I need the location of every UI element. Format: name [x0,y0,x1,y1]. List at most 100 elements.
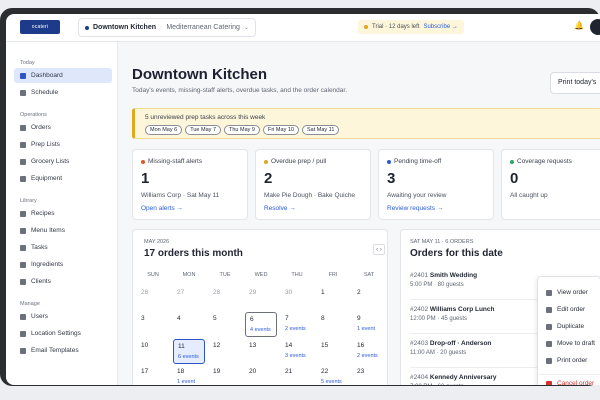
subscribe-link[interactable]: Subscribe → [423,24,457,30]
calendar-day[interactable]: 27 [173,286,205,311]
sidebar-item-email-templates[interactable]: Email Templates [14,343,112,358]
calendar-day[interactable]: 13 [245,339,277,364]
trial-dot-icon [364,25,368,29]
order-number: #2404 [410,374,429,381]
schedule-icon [20,89,26,96]
day-number: 27 [177,289,185,296]
date-chip[interactable]: Thu May 9 [224,125,260,135]
calendar-day[interactable]: 21 [281,365,313,385]
avatar[interactable] [590,19,600,35]
calendar-day[interactable]: 3 [137,312,169,337]
sidebar-item-label: Recipes [31,210,55,217]
day-number: 26 [141,289,149,296]
bell-icon[interactable]: 🔔 [574,21,584,30]
stat-card-label: Overdue prep / pull [264,158,326,165]
weekday-header: SAT [363,272,375,278]
stat-card-value: 1 [141,170,150,187]
menu-item-label: Edit order [557,306,586,313]
order-name: Smith Wedding [429,272,478,279]
dashboard-icon [20,72,26,79]
day-number: 13 [249,342,257,349]
menu-item-duplicate[interactable]: Duplicate [546,323,584,330]
date-chip[interactable]: Fri May 10 [262,125,299,135]
calendar-day[interactable]: 20 [245,365,277,385]
calendar-day[interactable]: 6 4 events [245,312,277,337]
weekday-header: FRI [328,272,338,278]
calendar-nav-button[interactable]: ‹ › [373,244,385,255]
calendar-day[interactable]: 22 5 events [317,365,349,385]
sidebar-item-location-settings[interactable]: Location Settings [14,326,112,341]
location-name: Downtown Kitchen [93,24,156,31]
calendar-day[interactable]: 23 [353,365,385,385]
sidebar-item-prep-lists[interactable]: Prep Lists [14,137,112,152]
order-number: #2401 [410,272,429,279]
sidebar-item-schedule[interactable]: Schedule [14,85,112,100]
day-number: 7 [285,315,289,322]
menu-item-view-order[interactable]: View order [546,289,588,296]
calendar-day[interactable]: 17 [137,365,169,385]
calendar-day[interactable]: 28 [209,286,241,311]
calendar-day[interactable]: 15 [317,339,349,364]
sidebar-item-label: Menu Items [31,227,65,234]
calendar-day[interactable]: 16 2 events [353,339,385,364]
day-number: 22 [321,368,329,375]
sidebar-item-orders[interactable]: Orders [14,120,112,135]
calendar-day[interactable]: 12 [209,339,241,364]
calendar-day[interactable]: 11 6 events [173,339,205,364]
calendar-day[interactable]: 18 1 event [173,365,205,385]
sidebar-item-clients[interactable]: Clients [14,274,112,289]
sidebar-item-ingredients[interactable]: Ingredients [14,257,112,272]
menu-item-cancel-order[interactable]: Cancel order [546,380,594,385]
calendar-day[interactable]: 5 [209,312,241,337]
equipment-icon [20,175,26,182]
sidebar-item-users[interactable]: Users [14,309,112,324]
calendar-day[interactable]: 30 [281,286,313,311]
calendar-day[interactable]: 8 [317,312,349,337]
calendar-headline: 17 orders this month [144,248,243,259]
sidebar-item-equipment[interactable]: Equipment [14,171,112,186]
sidebar-item-grocery-lists[interactable]: Grocery Lists [14,154,112,169]
stat-card-title: Coverage requests [517,158,572,165]
sidebar-item-tasks[interactable]: Tasks [14,240,112,255]
calendar-day[interactable]: 9 1 event [353,312,385,337]
print-today-button[interactable]: Print today's [550,72,600,94]
sidebar-item-recipes[interactable]: Recipes [14,206,112,221]
date-chip[interactable]: Tue May 7 [185,125,221,135]
date-chip[interactable]: Mon May 6 [145,125,183,135]
sidebar-section-manage: Manage [20,301,40,307]
stat-card-link[interactable]: Open alerts → [141,205,183,212]
menu-item-print-order[interactable]: Print order [546,357,587,364]
stat-card-value: 3 [387,170,396,187]
calendar-day[interactable]: 14 3 events [281,339,313,364]
menu-item-move-to-draft[interactable]: Move to draft [546,340,595,347]
menu-item-edit-order[interactable]: Edit order [546,306,585,313]
menu-item-label: Duplicate [557,323,585,330]
calendar-day[interactable]: 4 [173,312,205,337]
calendar-day[interactable]: 1 [317,286,349,311]
chevron-down-icon: ⌄ [243,25,249,31]
day-event-count: 1 event [357,326,376,332]
day-event-count: 4 events [250,327,271,333]
calendar-day[interactable]: 10 [137,339,169,364]
device-frame: ocateri Downtown Kitchen · Mediterranean… [0,8,600,386]
calendar-day[interactable]: 19 [209,365,241,385]
sidebar-item-label: Prep Lists [31,141,60,148]
location-switcher[interactable]: Downtown Kitchen · Mediterranean Caterin… [78,18,256,37]
sidebar-item-menu-items[interactable]: Menu Items [14,223,112,238]
calendar-day[interactable]: 7 2 events [281,312,313,337]
day-number: 14 [285,342,293,349]
calendar-day[interactable]: 26 [137,286,169,311]
stat-card-link[interactable]: Resolve → [264,205,296,212]
trial-text: Trial · 12 days left [372,24,420,30]
cancel-icon [546,380,552,385]
brand-logo[interactable]: ocateri [20,20,60,34]
stat-card-label: Missing-staff alerts [141,158,202,165]
calendar-day[interactable]: 29 [245,286,277,311]
orders-date-header: SAT MAY 11 · 6 ORDERS [410,239,474,245]
day-number: 19 [213,368,221,375]
stat-card-link[interactable]: Review requests → [387,205,443,212]
calendar-day[interactable]: 2 [353,286,385,311]
sidebar-item-dashboard[interactable]: Dashboard [14,68,112,83]
date-chip[interactable]: Sat May 11 [301,125,340,135]
orders-title: Orders for this date [410,248,503,259]
